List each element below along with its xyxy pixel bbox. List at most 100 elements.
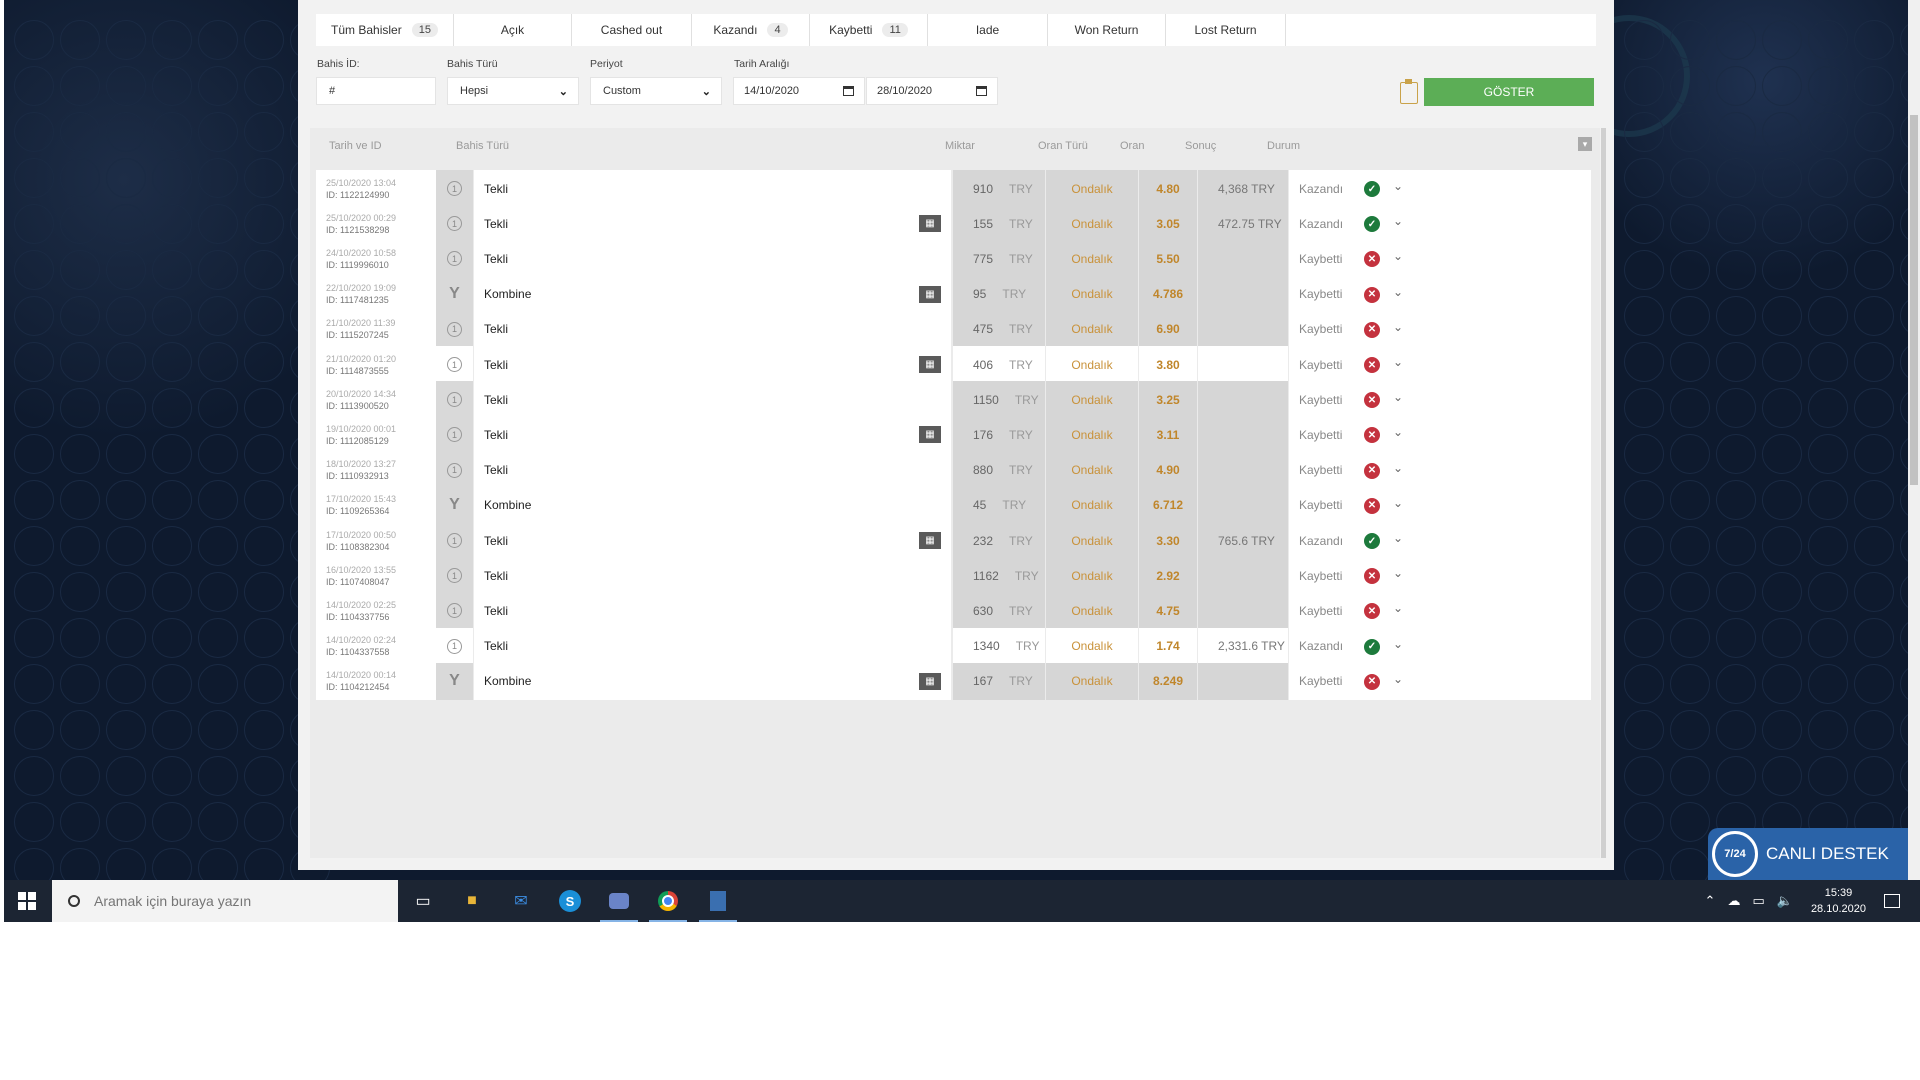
live-support-button[interactable]: 7/24 CANLI DESTEK	[1708, 828, 1908, 880]
bet-type-cell: Tekli	[474, 240, 951, 278]
skype-icon[interactable]: S	[557, 888, 583, 914]
collapse-all-icon[interactable]: ▾	[1578, 137, 1592, 151]
chevron-down-icon[interactable]: ⌄	[1393, 179, 1403, 193]
table-row[interactable]: 21/10/2020 01:20 ID: 1114873555 1 Tekli ▦ 406…	[316, 346, 1591, 383]
gift-icon[interactable]: ▦	[919, 285, 941, 303]
table-row[interactable]: 25/10/2020 00:29 ID: 1121538298 1 Tekli ▦ 155…	[316, 205, 1591, 243]
bet-amount-cell: 630 TRY	[953, 592, 1045, 630]
calculator-icon[interactable]	[699, 888, 737, 922]
bet-id-field[interactable]	[316, 77, 436, 105]
background-pattern	[198, 848, 238, 880]
table-row[interactable]: 22/10/2020 19:09 ID: 1117481235 Y Kombine ▦ 9…	[316, 275, 1591, 313]
tab-kaybetti[interactable]: Kaybetti 11	[810, 14, 928, 46]
table-row[interactable]: 17/10/2020 00:50 ID: 1108382304 1 Tekli ▦ 232…	[316, 522, 1591, 559]
bet-kind-cell: Y	[436, 662, 473, 700]
background-pattern	[198, 342, 238, 382]
tab-açık[interactable]: Açık	[454, 14, 572, 46]
period-select[interactable]: Custom ⌄	[590, 77, 722, 105]
tab-lost-return[interactable]: Lost Return	[1166, 14, 1286, 46]
gift-icon[interactable]: ▦	[919, 215, 941, 233]
background-pattern	[1854, 572, 1894, 612]
bet-kind-cell: Y	[436, 486, 473, 524]
background-pattern	[1808, 526, 1848, 566]
bet-type-cell: Tekli	[474, 170, 951, 207]
bet-type: Tekli	[484, 639, 509, 654]
network-icon[interactable]: ▭	[1752, 893, 1764, 909]
background-pattern	[152, 112, 192, 152]
chevron-down-icon[interactable]: ⌄	[1393, 390, 1403, 404]
chrome-icon[interactable]	[649, 888, 687, 922]
file-explorer-icon[interactable]: ■	[459, 888, 485, 914]
show-button[interactable]: GÖSTER	[1424, 78, 1594, 106]
table-row[interactable]: 24/10/2020 10:58 ID: 1119996010 1 Tekli 775 T…	[316, 240, 1591, 278]
chevron-down-icon[interactable]: ⌄	[1393, 425, 1403, 439]
background-pattern	[244, 342, 284, 382]
table-row[interactable]: 19/10/2020 00:01 ID: 1112085129 1 Tekli ▦ 176…	[316, 416, 1591, 454]
volume-icon[interactable]: 🔈	[1777, 893, 1793, 909]
table-row[interactable]: 20/10/2020 14:34 ID: 1113900520 1 Tekli 1150…	[316, 381, 1591, 419]
background-pattern	[152, 664, 192, 704]
table-row[interactable]: 25/10/2020 13:04 ID: 1122124990 1 Tekli 910 T…	[316, 170, 1591, 207]
gift-icon[interactable]: ▦	[919, 426, 941, 444]
chevron-down-icon[interactable]: ⌄	[1393, 672, 1403, 686]
table-row[interactable]: 14/10/2020 02:24 ID: 1104337558 1 Tekli 1340…	[316, 627, 1591, 665]
table-row[interactable]: 17/10/2020 15:43 ID: 1109265364 Y Kombine 45…	[316, 486, 1591, 524]
table-row[interactable]: 21/10/2020 11:39 ID: 1115207245 1 Tekli 475 T…	[316, 310, 1591, 348]
tab-iade[interactable]: Iade	[928, 14, 1048, 46]
background-pattern	[1854, 526, 1894, 566]
chevron-down-icon[interactable]: ⌄	[1393, 320, 1403, 334]
chevron-down-icon[interactable]: ⌄	[1393, 249, 1403, 263]
header-amount: Miktar	[945, 140, 975, 152]
date-to-field[interactable]: 28/10/2020	[866, 77, 998, 105]
odds-type-cell: Ondalık	[1046, 486, 1138, 524]
taskbar-search-input[interactable]	[92, 892, 376, 910]
chevron-down-icon[interactable]: ⌄	[1393, 496, 1403, 510]
calendar-icon[interactable]	[843, 86, 854, 96]
background-pattern	[1670, 342, 1710, 382]
gift-icon[interactable]: ▦	[919, 356, 941, 373]
background-pattern	[1716, 756, 1756, 796]
header-status: Durum	[1267, 140, 1301, 152]
scrollbar-thumb[interactable]	[1910, 115, 1918, 485]
gift-icon[interactable]: ▦	[919, 532, 941, 549]
chevron-down-icon[interactable]: ⌄	[1393, 355, 1403, 369]
clipboard-icon[interactable]	[1400, 79, 1418, 104]
bet-id-input[interactable]	[327, 84, 425, 98]
chevron-up-icon[interactable]: ⌃	[1705, 893, 1716, 909]
date-from-field[interactable]: 14/10/2020	[733, 77, 865, 105]
tab-kazandı[interactable]: Kazandı 4	[692, 14, 810, 46]
status-text: Kaybetti	[1299, 463, 1343, 478]
windows-start-icon[interactable]	[18, 892, 36, 910]
chevron-down-icon[interactable]: ⌄	[1393, 601, 1403, 615]
chevron-down-icon[interactable]: ⌄	[1393, 285, 1403, 299]
onedrive-icon[interactable]: ☁	[1727, 893, 1740, 909]
gift-icon[interactable]: ▦	[919, 672, 941, 690]
background-pattern	[1670, 388, 1710, 428]
tab-tüm-bahisler[interactable]: Tüm Bahisler 15	[316, 14, 454, 46]
mail-icon[interactable]: ✉	[508, 888, 534, 914]
bet-id: ID: 1109265364	[326, 506, 390, 517]
table-row[interactable]: 14/10/2020 02:25 ID: 1104337756 1 Tekli 630 T…	[316, 592, 1591, 630]
taskbar-clock[interactable]: 15:39 28.10.2020	[1811, 885, 1866, 917]
bet-date-cell: 21/10/2020 11:39 ID: 1115207245	[316, 310, 436, 348]
chevron-down-icon[interactable]: ⌄	[1393, 637, 1403, 651]
task-view-icon[interactable]: ▭	[410, 888, 436, 914]
table-row[interactable]: 16/10/2020 13:55 ID: 1107408047 1 Tekli 1162…	[316, 557, 1591, 595]
chevron-down-icon[interactable]: ⌄	[1393, 461, 1403, 475]
chevron-down-icon[interactable]: ⌄	[1393, 214, 1403, 228]
calendar-icon[interactable]	[976, 86, 987, 96]
tab-cashed-out[interactable]: Cashed out	[572, 14, 692, 46]
chevron-down-icon[interactable]: ⌄	[1393, 531, 1403, 545]
table-row[interactable]: 18/10/2020 13:27 ID: 1110932913 1 Tekli 880 T…	[316, 451, 1591, 489]
bet-type-select[interactable]: Hepsi ⌄	[447, 77, 579, 105]
table-scrollbar[interactable]	[1601, 128, 1606, 858]
notification-icon[interactable]	[1884, 894, 1900, 908]
page-scrollbar[interactable]	[1908, 0, 1920, 880]
taskbar-search[interactable]	[52, 880, 398, 922]
screen-recorder-icon[interactable]	[600, 888, 638, 922]
bet-type-cell: Tekli	[474, 381, 951, 419]
chevron-down-icon[interactable]: ⌄	[1393, 566, 1403, 580]
tab-won-return[interactable]: Won Return	[1048, 14, 1166, 46]
background-pattern	[1762, 756, 1802, 796]
table-row[interactable]: 14/10/2020 00:14 ID: 1104212454 Y Kombine ▦ 1…	[316, 662, 1591, 700]
